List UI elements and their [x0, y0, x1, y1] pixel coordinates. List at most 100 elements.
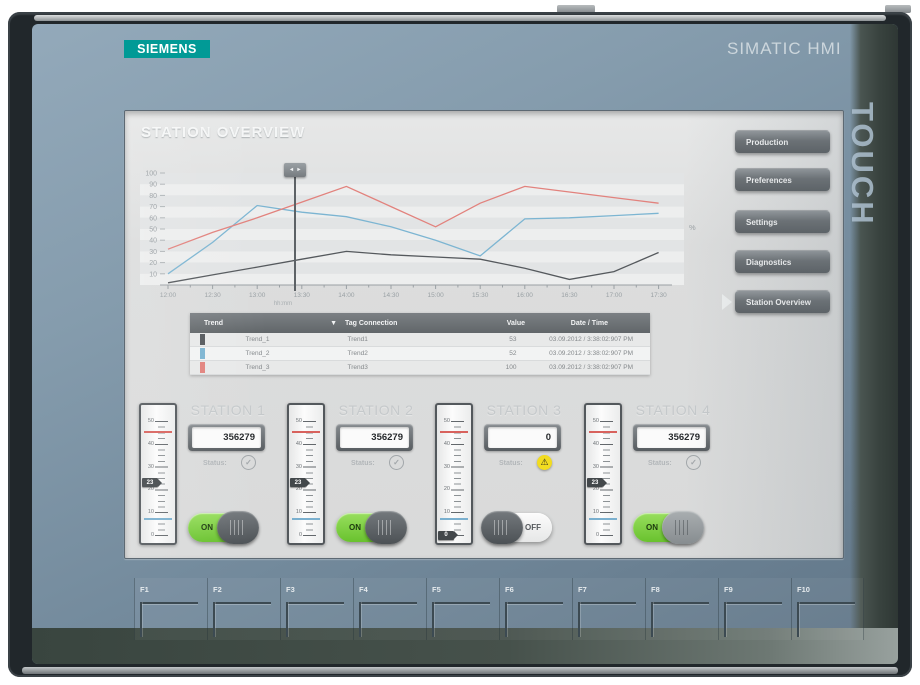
hmi-panel-photo: SIEMENS SIMATIC HMI TOUCH STATION OVERVI… [0, 0, 920, 685]
table-row[interactable]: Trend_1 Trend1 53 03.09.2012 / 3:38:02:9… [190, 333, 650, 347]
value-display-text: 356279 [192, 427, 261, 448]
station-title: STATION 4 [635, 402, 711, 418]
function-key-f6[interactable]: F6 [499, 578, 572, 640]
level-slider[interactable]: 504030 20100 0 [435, 403, 473, 545]
table-row[interactable]: Trend_3 Trend3 100 03.09.2012 / 3:38:02:… [190, 361, 650, 375]
status-label: Status: [203, 460, 227, 467]
touch-vertical-label: TOUCH [845, 102, 880, 227]
trend-chart: 100 90 80 70 60 50 40 30 20 10 12:00 12:30 13:00 13:3… [140, 163, 717, 307]
header-tag-connection[interactable]: Tag Connection [345, 320, 495, 327]
menu-button-diagnostics[interactable]: Diagnostics [735, 250, 830, 273]
toggle-state-label: ON [201, 523, 213, 532]
level-slider[interactable]: 50 40 30 20 10 0 23 [584, 403, 622, 545]
value-display[interactable]: 356279 [188, 424, 265, 451]
function-key-f1[interactable]: F1 [134, 578, 207, 640]
table-row[interactable]: Trend_2 Trend2 52 03.09.2012 / 3:38:02:9… [190, 347, 650, 361]
toggle-knob[interactable] [217, 511, 259, 544]
function-key-f9[interactable]: F9 [718, 578, 791, 640]
value-display[interactable]: 0 [484, 424, 561, 451]
selected-menu-indicator [722, 294, 732, 310]
slider-thumb[interactable]: 0 [438, 530, 458, 540]
siemens-logo: SIEMENS [124, 40, 210, 58]
svg-text:50: 50 [149, 227, 157, 234]
device-frame: SIEMENS SIMATIC HMI TOUCH STATION OVERVI… [8, 12, 912, 677]
slider-thumb[interactable]: 23 [290, 478, 310, 488]
function-key-f8[interactable]: F8 [645, 578, 718, 640]
svg-text:16:00: 16:00 [517, 292, 534, 299]
header-trend[interactable]: Trend ▼ [190, 320, 345, 327]
sort-icon: ▼ [330, 319, 337, 327]
menu-button-production[interactable]: Production [735, 130, 830, 153]
level-slider[interactable]: 50 40 30 20 10 0 23 [139, 403, 177, 545]
value-display-text: 356279 [340, 427, 409, 448]
svg-text:40: 40 [149, 238, 157, 245]
function-key-f2[interactable]: F2 [207, 578, 280, 640]
slider-thumb[interactable]: 23 [587, 478, 607, 488]
svg-text:13:30: 13:30 [294, 292, 311, 299]
status-label: Status: [499, 460, 523, 467]
header-value[interactable]: Value [495, 320, 525, 327]
svg-text:16:30: 16:30 [561, 292, 578, 299]
function-key-f4[interactable]: F4 [353, 578, 426, 640]
trend-table: Trend ▼ Tag Connection Value Date / Time… [190, 313, 650, 375]
svg-text:80: 80 [149, 193, 157, 200]
page-title: STATION OVERVIEW [141, 124, 306, 141]
function-key-f7[interactable]: F7 [572, 578, 645, 640]
low-limit-marker [589, 518, 617, 520]
status-ok-icon: ✓ [686, 455, 701, 470]
ruler-left-icon: ◄ [288, 167, 295, 173]
svg-text:15:00: 15:00 [427, 292, 444, 299]
svg-text:17:00: 17:00 [606, 292, 623, 299]
function-key-f3[interactable]: F3 [280, 578, 353, 640]
chart-ruler-line [294, 173, 296, 291]
power-toggle[interactable]: ON [336, 511, 407, 544]
station-panel-2: 50 40 30 20 10 0 23 STATION 2 356279 Status: [285, 399, 433, 549]
low-limit-marker [440, 518, 468, 520]
svg-text:90: 90 [149, 182, 157, 189]
value-display-text: 356279 [637, 427, 706, 448]
svg-text:17:30: 17:30 [650, 292, 667, 299]
status-warning-icon: ⚠ [537, 455, 552, 470]
function-key-f5[interactable]: F5 [426, 578, 499, 640]
toggle-knob[interactable] [365, 511, 407, 544]
svg-text:60: 60 [149, 215, 157, 222]
value-display-text: 0 [488, 427, 557, 448]
high-limit-marker [144, 431, 172, 433]
menu-button-settings[interactable]: Settings [735, 210, 830, 233]
slider-thumb[interactable]: 23 [142, 478, 162, 488]
touchscreen[interactable]: STATION OVERVIEW 100 90 80 70 60 50 40 30 20 10 12… [124, 110, 844, 559]
svg-text:12:00: 12:00 [160, 292, 177, 299]
high-limit-marker [440, 431, 468, 433]
svg-text:70: 70 [149, 204, 157, 211]
front-bezel: SIEMENS SIMATIC HMI TOUCH STATION OVERVI… [32, 24, 898, 664]
menu-button-station-overview[interactable]: Station Overview [735, 290, 830, 313]
station-title: STATION 1 [190, 402, 266, 418]
bottom-metal-strip [22, 667, 898, 674]
status-ok-icon: ✓ [241, 455, 256, 470]
power-toggle[interactable]: OFF [481, 511, 552, 544]
status-label: Status: [648, 460, 672, 467]
station-panel-4: 50 40 30 20 10 0 23 STATION 4 356279 Status: [582, 399, 730, 549]
trend-table-header[interactable]: Trend ▼ Tag Connection Value Date / Time [190, 313, 650, 333]
svg-text:14:00: 14:00 [338, 292, 355, 299]
toggle-state-label: OFF [525, 523, 541, 532]
toggle-knob[interactable] [662, 511, 704, 544]
high-limit-marker [292, 431, 320, 433]
power-toggle[interactable]: ON [633, 511, 704, 544]
value-display[interactable]: 356279 [336, 424, 413, 451]
low-limit-marker [144, 518, 172, 520]
high-limit-marker [589, 431, 617, 433]
menu-button-preferences[interactable]: Preferences [735, 168, 830, 191]
value-display[interactable]: 356279 [633, 424, 710, 451]
level-slider[interactable]: 50 40 30 20 10 0 23 [287, 403, 325, 545]
header-datetime[interactable]: Date / Time [525, 320, 650, 327]
toggle-knob[interactable] [481, 511, 523, 544]
station-panel-3: 504030 20100 0 STATION 3 0 Status: [433, 399, 581, 549]
toggle-state-label: ON [646, 523, 658, 532]
function-key-f10[interactable]: F10 [791, 578, 864, 640]
status-label: Status: [351, 460, 375, 467]
svg-text:30: 30 [149, 249, 157, 256]
power-toggle[interactable]: ON [188, 511, 259, 544]
chart-ruler-handle[interactable]: ◄ ► [284, 163, 307, 177]
svg-text:%: % [689, 223, 696, 232]
